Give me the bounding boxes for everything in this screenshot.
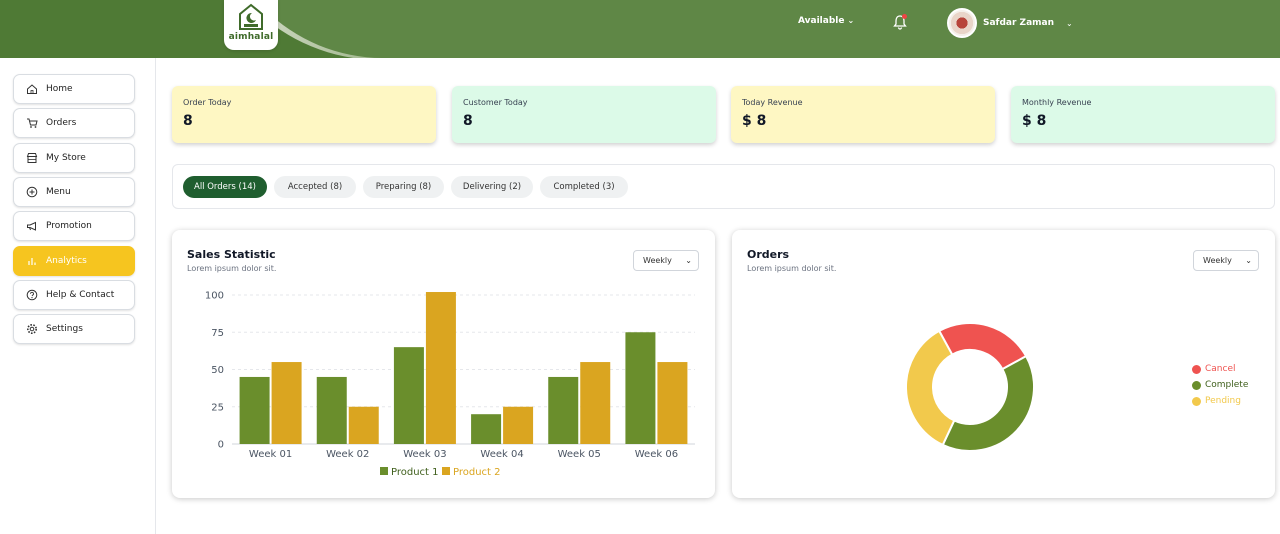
- legend-swatch: [1192, 364, 1201, 374]
- chevron-down-icon: ⌄: [1066, 18, 1073, 28]
- avatar: [947, 8, 977, 38]
- legend-swatch: [1192, 380, 1201, 390]
- bar-product-1: [471, 414, 502, 444]
- x-tick-label: Week 03: [403, 449, 446, 460]
- tab-all-orders[interactable]: All Orders (14): [183, 176, 267, 198]
- y-tick-label: 75: [211, 328, 224, 339]
- bar-product-1: [316, 376, 347, 444]
- sidebar-item-label: Analytics: [46, 256, 87, 266]
- notification-bell[interactable]: [892, 14, 908, 30]
- sales-bar-chart: 0 25 50 75 100 Week 01 Week 02 Week 03 Week 04 We…: [205, 291, 695, 478]
- legend-label: Complete: [1205, 380, 1249, 390]
- store-icon: [26, 153, 38, 163]
- bar-product-2: [503, 406, 534, 444]
- sidebar-item-orders[interactable]: Orders: [13, 108, 135, 138]
- orders-panel: Orders Lorem ipsum dolor sit. Weekly ⌄ C…: [732, 230, 1275, 498]
- legend-item-complete: Complete: [1192, 380, 1248, 390]
- top-bar: aimhalal Available ⌄ Safdar Zaman ⌄: [0, 0, 1280, 58]
- sidebar-item-home[interactable]: Home: [13, 74, 135, 104]
- legend-item-pending: Pending: [1192, 396, 1241, 406]
- availability-label: Available: [798, 16, 845, 26]
- user-name: Safdar Zaman: [983, 18, 1055, 28]
- bar-product-2: [425, 292, 456, 444]
- legend-label: Cancel: [1205, 364, 1236, 374]
- x-tick-label: Week 05: [558, 449, 601, 460]
- user-menu[interactable]: Safdar Zaman ⌄: [947, 8, 1073, 38]
- sidebar-item-label: Orders: [46, 118, 77, 128]
- stat-value: 8: [463, 113, 473, 129]
- order-status-tabs: All Orders (14) Accepted (8) Preparing (…: [172, 164, 1275, 209]
- stat-value: $ 8: [1022, 113, 1047, 129]
- stat-value: $ 8: [742, 113, 767, 129]
- tab-preparing[interactable]: Preparing (8): [363, 176, 444, 198]
- stat-label: Monthly Revenue: [1022, 98, 1092, 107]
- donut-slice-pending: [905, 329, 956, 447]
- bar-product-2: [657, 362, 688, 444]
- bar-product-1: [393, 347, 424, 444]
- donut-slice-complete: [941, 354, 1035, 452]
- legend-swatch: [442, 467, 450, 475]
- sidebar-item-my-store[interactable]: My Store: [13, 143, 135, 173]
- legend-label: Pending: [1205, 396, 1241, 406]
- bar-product-1: [625, 332, 656, 444]
- stat-label: Customer Today: [463, 98, 528, 107]
- sidebar-item-menu[interactable]: Menu: [13, 177, 135, 207]
- stat-card-order-today: Order Today 8: [172, 86, 436, 143]
- bar-product-2: [271, 362, 302, 444]
- stat-card-customer-today: Customer Today 8: [452, 86, 716, 143]
- megaphone-icon: [27, 221, 36, 231]
- chevron-down-icon: ⌄: [847, 16, 855, 25]
- bar-product-1: [548, 376, 579, 444]
- x-tick-label: Week 01: [249, 449, 292, 460]
- tab-delivering[interactable]: Delivering (2): [451, 176, 533, 198]
- legend-swatch: [1192, 396, 1201, 406]
- y-tick-label: 0: [218, 440, 224, 451]
- bar-product-2: [348, 406, 379, 444]
- x-tick-label: Week 02: [326, 449, 369, 460]
- tab-accepted[interactable]: Accepted (8): [274, 176, 356, 198]
- legend-label: Product 1: [391, 467, 439, 478]
- legend-item-cancel: Cancel: [1192, 364, 1236, 374]
- stat-card-today-revenue: Today Revenue $ 8: [731, 86, 995, 143]
- sales-statistic-panel: Sales Statistic Lorem ipsum dolor sit. W…: [172, 230, 715, 498]
- sidebar-item-label: My Store: [46, 153, 86, 163]
- mosque-logo-icon: [239, 3, 263, 30]
- sidebar: Home Orders My Store Menu Promotion Anal…: [0, 58, 156, 534]
- stat-value: 8: [183, 113, 193, 129]
- bar-product-1: [239, 376, 270, 444]
- y-tick-label: 25: [211, 402, 224, 413]
- sidebar-item-label: Settings: [46, 324, 83, 334]
- home-icon: [27, 84, 37, 94]
- cart-icon: [27, 118, 38, 128]
- y-tick-label: 50: [211, 365, 224, 376]
- help-icon: [26, 289, 38, 301]
- stat-label: Today Revenue: [742, 98, 803, 107]
- x-tick-label: Week 04: [480, 449, 523, 460]
- legend-label: Product 2: [453, 467, 501, 478]
- availability-dropdown[interactable]: Available ⌄: [798, 16, 854, 26]
- legend-swatch: [380, 467, 388, 475]
- notification-dot: [902, 14, 907, 19]
- sidebar-item-label: Home: [46, 84, 73, 94]
- brand-name: aimhalal: [228, 32, 274, 42]
- sidebar-item-promotion[interactable]: Promotion: [13, 211, 135, 241]
- stat-label: Order Today: [183, 98, 232, 107]
- header-background-inner: [215, 0, 1280, 58]
- plus-circle-icon: [26, 186, 38, 198]
- gear-icon: [27, 324, 37, 334]
- sidebar-item-help-contact[interactable]: Help & Contact: [13, 280, 135, 310]
- x-tick-label: Week 06: [635, 449, 678, 460]
- y-tick-label: 100: [205, 291, 224, 302]
- sidebar-item-settings[interactable]: Settings: [13, 314, 135, 344]
- sidebar-item-label: Promotion: [46, 221, 92, 231]
- tab-completed[interactable]: Completed (3): [540, 176, 628, 198]
- sidebar-item-label: Help & Contact: [46, 290, 115, 300]
- sidebar-item-label: Menu: [46, 187, 71, 197]
- stat-card-monthly-revenue: Monthly Revenue $ 8: [1011, 86, 1275, 143]
- bar-product-2: [580, 362, 611, 444]
- brand-logo[interactable]: aimhalal: [224, 0, 278, 50]
- sidebar-item-analytics[interactable]: Analytics: [13, 246, 135, 276]
- bar-chart-icon: [28, 258, 36, 265]
